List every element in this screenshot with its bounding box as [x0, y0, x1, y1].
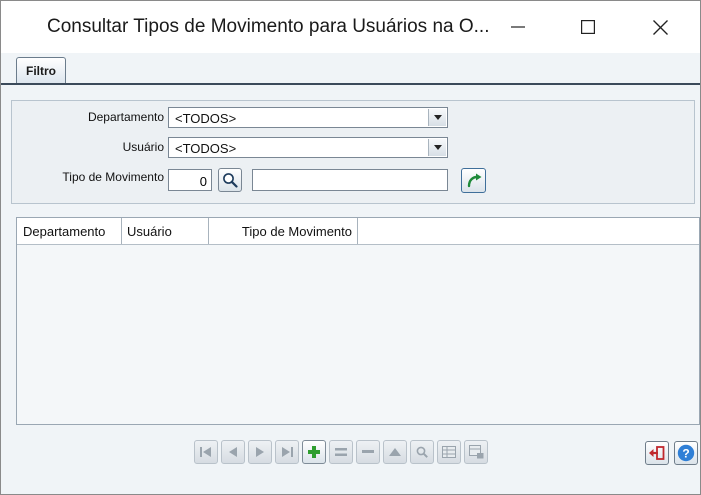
minimize-button[interactable] [488, 1, 548, 53]
navigator-toolbar [194, 440, 488, 464]
window-title: Consultar Tipos de Movimento para Usuári… [47, 16, 490, 37]
chevron-down-icon[interactable] [428, 139, 446, 156]
edit-icon [335, 448, 347, 456]
usuario-value: <TODOS> [175, 141, 237, 156]
search-icon [223, 173, 238, 188]
help-icon: ? [677, 444, 695, 462]
post-button[interactable] [383, 440, 407, 464]
last-icon [282, 447, 293, 457]
next-record-button[interactable] [248, 440, 272, 464]
grid-icon [442, 446, 456, 458]
grid-view-button[interactable] [437, 440, 461, 464]
close-icon [652, 19, 668, 35]
last-record-button[interactable] [275, 440, 299, 464]
delete-icon [362, 450, 374, 453]
tipo-movimento-label: Tipo de Movimento [62, 170, 164, 184]
prior-icon [229, 447, 237, 457]
usuario-label: Usuário [122, 140, 164, 154]
refresh-button[interactable] [461, 168, 486, 193]
delete-button[interactable] [356, 440, 380, 464]
maximize-icon [581, 20, 595, 34]
svg-text:?: ? [682, 446, 689, 460]
search-icon [416, 446, 428, 458]
tab-filtro[interactable]: Filtro [16, 57, 66, 83]
chevron-down-icon[interactable] [428, 109, 446, 126]
prior-record-button[interactable] [221, 440, 245, 464]
maximize-button[interactable] [558, 1, 618, 53]
exit-door-icon [649, 446, 665, 460]
exit-button[interactable] [645, 441, 669, 465]
column-header-tipo-movimento[interactable]: Tipo de Movimento [209, 218, 358, 244]
tipo-movimento-code-value: 0 [199, 174, 207, 189]
help-button[interactable]: ? [674, 441, 698, 465]
usuario-select[interactable]: <TODOS> [168, 137, 448, 158]
tipo-movimento-description-field[interactable] [252, 169, 448, 191]
first-icon [200, 447, 211, 457]
first-record-button[interactable] [194, 440, 218, 464]
find-button[interactable] [410, 440, 434, 464]
departamento-select[interactable]: <TODOS> [168, 107, 448, 128]
results-grid[interactable]: Departamento Usuário Tipo de Movimento [16, 217, 700, 425]
departamento-label: Departamento [87, 110, 164, 124]
insert-icon [308, 446, 320, 458]
close-button[interactable] [630, 1, 690, 53]
minimize-icon [511, 26, 525, 28]
departamento-value: <TODOS> [175, 111, 237, 126]
tab-strip: Filtro [1, 53, 700, 85]
filter-panel: Departamento <TODOS> Usuário <TODOS> Tip… [11, 100, 695, 204]
refresh-arrow-icon [467, 173, 481, 187]
grid-header: Departamento Usuário Tipo de Movimento [17, 218, 699, 245]
search-button[interactable] [218, 168, 242, 192]
title-bar: Consultar Tipos de Movimento para Usuári… [1, 1, 700, 53]
insert-button[interactable] [302, 440, 326, 464]
export-icon [468, 445, 483, 459]
export-button[interactable] [464, 440, 488, 464]
next-icon [256, 447, 264, 457]
tipo-movimento-code-field[interactable]: 0 [168, 169, 212, 191]
post-icon [389, 448, 401, 456]
column-header-usuario[interactable]: Usuário [122, 218, 209, 244]
column-header-departamento[interactable]: Departamento [17, 218, 122, 244]
dialog-window: Consultar Tipos de Movimento para Usuári… [0, 0, 701, 495]
grid-body[interactable] [17, 245, 699, 424]
edit-button[interactable] [329, 440, 353, 464]
